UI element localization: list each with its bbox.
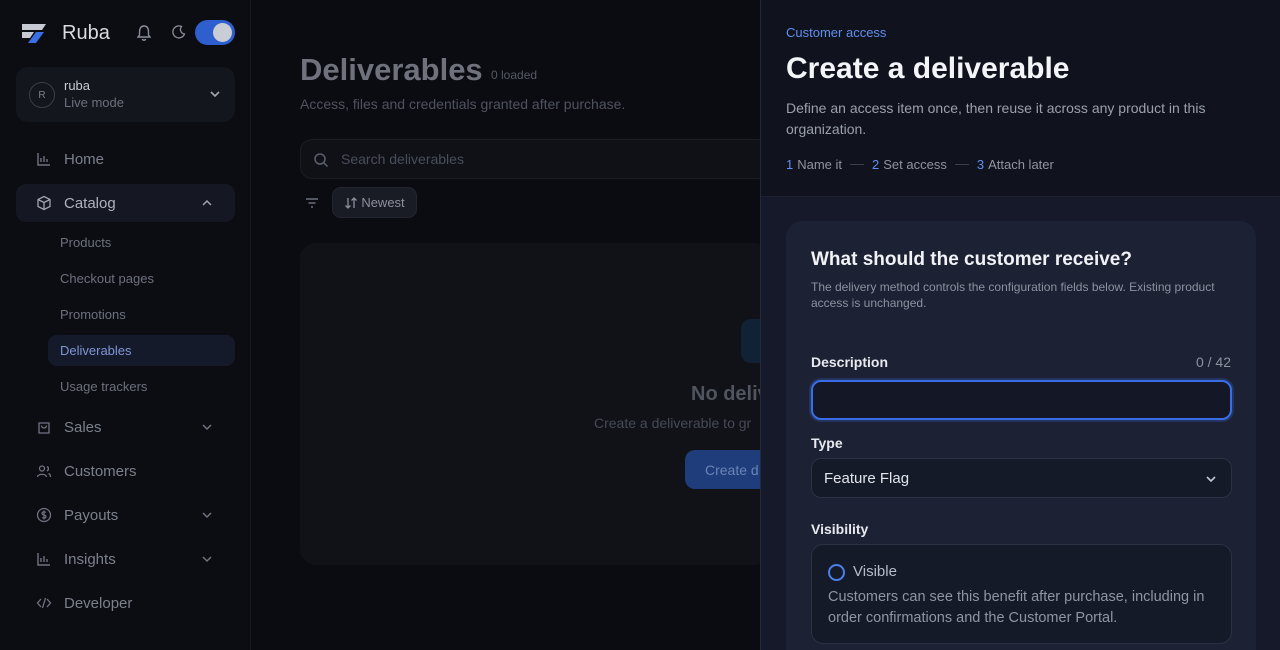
empty-state-card: No delive Create a deliverable to gr Cre… xyxy=(300,243,780,565)
page-title: Deliverables xyxy=(300,52,483,87)
step-indicator: 1 Name it 2 Set access 3 Attach later xyxy=(786,157,1054,172)
sidebar-item-label: Catalog xyxy=(64,194,116,212)
brand-bar: Ruba xyxy=(20,18,240,48)
visible-radio[interactable] xyxy=(828,564,845,581)
bell-icon[interactable] xyxy=(136,24,152,42)
sort-button[interactable]: Newest xyxy=(332,187,417,218)
users-icon xyxy=(36,465,52,478)
loaded-count: 0 loaded xyxy=(491,68,538,82)
visibility-label: Visibility xyxy=(811,521,869,537)
step-number: 1 xyxy=(786,157,794,172)
drawer-title: Create a deliverable xyxy=(786,52,1070,85)
sidebar-item-label: Payouts xyxy=(64,506,119,524)
sidebar-item-label: Home xyxy=(64,150,105,168)
shopping-bag-icon xyxy=(38,422,50,434)
step-separator xyxy=(954,164,969,165)
type-label: Type xyxy=(811,435,843,451)
step-number: 2 xyxy=(872,157,880,172)
search-input[interactable] xyxy=(341,140,741,178)
sidebar-item-catalog[interactable]: Catalog xyxy=(16,184,235,222)
brand-logo-icon xyxy=(22,24,46,43)
bar-chart-icon xyxy=(37,153,50,166)
bar-chart-icon xyxy=(37,553,50,566)
sidebar-item-sales[interactable]: Sales xyxy=(16,408,235,446)
empty-state-subtitle: Create a deliverable to gr xyxy=(594,415,752,431)
chevron-down-icon xyxy=(202,424,212,431)
search-icon xyxy=(314,153,329,168)
sidebar-item-developer[interactable]: Developer xyxy=(16,584,235,622)
sidebar-item-payouts[interactable]: Payouts xyxy=(16,496,235,534)
code-icon xyxy=(36,597,52,609)
description-label: Description xyxy=(811,354,889,370)
moon-icon[interactable] xyxy=(172,25,186,39)
sort-arrows-icon xyxy=(345,196,358,209)
sidebar-item-label: Customers xyxy=(64,462,137,480)
visible-radio-label: Visible xyxy=(853,563,897,580)
chevron-down-icon xyxy=(202,512,212,519)
toggle-knob xyxy=(213,23,232,42)
search-box xyxy=(300,139,770,179)
avatar: R xyxy=(29,82,55,108)
filter-icon[interactable] xyxy=(304,196,320,210)
visibility-option-visible[interactable]: Visible Customers can see this benefit a… xyxy=(811,544,1232,644)
sidebar-subitem-promotions[interactable]: Promotions xyxy=(48,299,235,330)
box-icon xyxy=(37,195,51,211)
sort-label: Newest xyxy=(361,195,405,210)
brand-name: Ruba xyxy=(62,21,110,44)
description-input[interactable] xyxy=(811,380,1232,420)
drawer-description: Define an access item once, then reuse i… xyxy=(786,100,1206,137)
description-char-counter: 0 / 42 xyxy=(1195,354,1231,370)
type-select[interactable]: Feature Flag xyxy=(811,458,1232,498)
account-switcher[interactable]: R ruba Live mode xyxy=(16,67,235,122)
step-label: Set access xyxy=(883,157,947,172)
sidebar-item-label: Developer xyxy=(64,594,133,612)
step-label: Name it xyxy=(797,157,843,172)
sidebar: Ruba R ruba Live mode Home Catalog Produ… xyxy=(0,0,251,650)
step-separator xyxy=(850,164,865,165)
visible-option-description: Customers can see this benefit after pur… xyxy=(828,589,1205,626)
sidebar-subitem-deliverables[interactable]: Deliverables xyxy=(48,335,235,366)
chevron-down-icon xyxy=(202,556,212,563)
sidebar-item-label: Insights xyxy=(64,550,116,568)
sidebar-subitem-products[interactable]: Products xyxy=(48,227,235,258)
chevron-down-icon xyxy=(1206,476,1216,483)
form-title: What should the customer receive? xyxy=(811,249,1132,270)
main-content: Deliverables 0 loaded Access, files and … xyxy=(251,0,780,650)
chevron-down-icon xyxy=(210,91,220,98)
sidebar-subitem-checkout-pages[interactable]: Checkout pages xyxy=(48,263,235,294)
deliverable-form-card: What should the customer receive? The de… xyxy=(786,221,1256,650)
create-deliverable-drawer: Customer access Create a deliverable Def… xyxy=(760,0,1280,650)
drawer-kicker: Customer access xyxy=(786,25,887,40)
step-label: Attach later xyxy=(988,157,1054,172)
account-username: ruba xyxy=(64,78,91,93)
dollar-circle-icon xyxy=(36,507,52,523)
form-help-text: The delivery method controls the configu… xyxy=(811,280,1215,310)
sidebar-subitem-usage-trackers[interactable]: Usage trackers xyxy=(48,371,235,402)
account-mode: Live mode xyxy=(64,95,124,110)
page-subtitle: Access, files and credentials granted af… xyxy=(300,96,626,112)
sidebar-item-home[interactable]: Home xyxy=(16,140,235,178)
sidebar-item-insights[interactable]: Insights xyxy=(16,540,235,578)
sidebar-item-customers[interactable]: Customers xyxy=(16,452,235,490)
type-select-value: Feature Flag xyxy=(824,469,910,487)
drawer-header: Customer access Create a deliverable Def… xyxy=(761,0,1280,197)
sidebar-item-label: Sales xyxy=(64,418,102,436)
theme-toggle[interactable] xyxy=(195,20,235,45)
app-root: Ruba R ruba Live mode Home Catalog Produ… xyxy=(0,0,1280,650)
step-number: 3 xyxy=(976,157,985,172)
chevron-up-icon xyxy=(202,199,212,206)
